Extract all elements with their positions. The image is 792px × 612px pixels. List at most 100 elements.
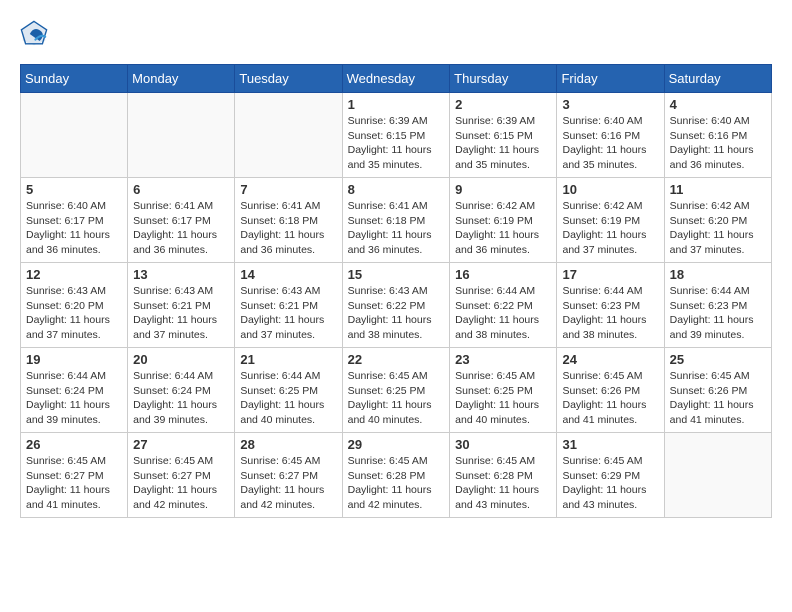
page-header: [20, 20, 772, 48]
calendar-cell: 1 Sunrise: 6:39 AM Sunset: 6:15 PM Daylig…: [342, 93, 450, 178]
day-info: Sunrise: 6:45 AM Sunset: 6:27 PM Dayligh…: [240, 454, 336, 513]
day-info: Sunrise: 6:44 AM Sunset: 6:23 PM Dayligh…: [562, 284, 658, 343]
calendar-cell: 29Sunrise: 6:45 AM Sunset: 6:28 PM Dayli…: [342, 433, 450, 518]
day-number: 22: [348, 352, 445, 367]
day-number: 6: [133, 182, 229, 197]
calendar-cell: 8 Sunrise: 6:41 AM Sunset: 6:18 PM Daylig…: [342, 178, 450, 263]
day-number: 19: [26, 352, 122, 367]
week-row-2: 5Sunrise: 6:40 AM Sunset: 6:17 PM Daylig…: [21, 178, 772, 263]
calendar-cell: [235, 93, 342, 178]
day-info: Sunrise: 6:43 AM Sunset: 6:21 PM Dayligh…: [240, 284, 336, 343]
logo: [20, 20, 52, 48]
day-info: Sunrise: 6:39 AM Sunset: 6:15 PM Dayligh…: [455, 114, 551, 173]
calendar-cell: 7 Sunrise: 6:41 AM Sunset: 6:18 PM Daylig…: [235, 178, 342, 263]
calendar-cell: 12Sunrise: 6:43 AM Sunset: 6:20 PM Dayli…: [21, 263, 128, 348]
day-info: Sunrise: 6:41 AM Sunset: 6:18 PM Dayligh…: [348, 199, 445, 258]
calendar-cell: 25 Sunrise: 6:45 AM Sunset: 6:26 PM Dayli…: [664, 348, 771, 433]
calendar-cell: 26 Sunrise: 6:45 AM Sunset: 6:27 PM Dayli…: [21, 433, 128, 518]
calendar-cell: 24 Sunrise: 6:45 AM Sunset: 6:26 PM Dayli…: [557, 348, 664, 433]
calendar-cell: 14 Sunrise: 6:43 AM Sunset: 6:21 PM Dayli…: [235, 263, 342, 348]
day-number: 20: [133, 352, 229, 367]
day-info: Sunrise: 6:45 AM Sunset: 6:25 PM Dayligh…: [455, 369, 551, 428]
day-number: 11: [670, 182, 766, 197]
day-number: 21: [240, 352, 336, 367]
day-info: Sunrise: 6:39 AM Sunset: 6:15 PM Dayligh…: [348, 114, 445, 173]
calendar-cell: [128, 93, 235, 178]
day-info: Sunrise: 6:45 AM Sunset: 6:28 PM Dayligh…: [455, 454, 551, 513]
calendar-cell: 6 Sunrise: 6:41 AM Sunset: 6:17 PM Daylig…: [128, 178, 235, 263]
calendar-cell: 22Sunrise: 6:45 AM Sunset: 6:25 PM Dayli…: [342, 348, 450, 433]
day-number: 23: [455, 352, 551, 367]
day-number: 28: [240, 437, 336, 452]
day-info: Sunrise: 6:44 AM Sunset: 6:24 PM Dayligh…: [26, 369, 122, 428]
calendar-cell: 21 Sunrise: 6:44 AM Sunset: 6:25 PM Dayli…: [235, 348, 342, 433]
logo-icon: [20, 20, 48, 48]
day-number: 9: [455, 182, 551, 197]
calendar-header-row: SundayMondayTuesdayWednesdayThursdayFrid…: [21, 65, 772, 93]
calendar-cell: 15 Sunrise: 6:43 AM Sunset: 6:22 PM Dayli…: [342, 263, 450, 348]
day-info: Sunrise: 6:43 AM Sunset: 6:22 PM Dayligh…: [348, 284, 445, 343]
day-info: Sunrise: 6:41 AM Sunset: 6:18 PM Dayligh…: [240, 199, 336, 258]
day-info: Sunrise: 6:45 AM Sunset: 6:27 PM Dayligh…: [26, 454, 122, 513]
day-number: 1: [348, 97, 445, 112]
day-info: Sunrise: 6:45 AM Sunset: 6:29 PM Dayligh…: [562, 454, 658, 513]
day-header-wednesday: Wednesday: [342, 65, 450, 93]
week-row-1: 1 Sunrise: 6:39 AM Sunset: 6:15 PM Daylig…: [21, 93, 772, 178]
day-info: Sunrise: 6:42 AM Sunset: 6:19 PM Dayligh…: [455, 199, 551, 258]
day-number: 7: [240, 182, 336, 197]
day-header-thursday: Thursday: [450, 65, 557, 93]
day-info: Sunrise: 6:42 AM Sunset: 6:19 PM Dayligh…: [562, 199, 658, 258]
day-number: 18: [670, 267, 766, 282]
day-info: Sunrise: 6:40 AM Sunset: 6:16 PM Dayligh…: [670, 114, 766, 173]
week-row-3: 12Sunrise: 6:43 AM Sunset: 6:20 PM Dayli…: [21, 263, 772, 348]
day-number: 14: [240, 267, 336, 282]
calendar-cell: 17 Sunrise: 6:44 AM Sunset: 6:23 PM Dayli…: [557, 263, 664, 348]
day-number: 29: [348, 437, 445, 452]
day-info: Sunrise: 6:41 AM Sunset: 6:17 PM Dayligh…: [133, 199, 229, 258]
calendar-cell: 10 Sunrise: 6:42 AM Sunset: 6:19 PM Dayli…: [557, 178, 664, 263]
day-number: 24: [562, 352, 658, 367]
calendar-cell: 28 Sunrise: 6:45 AM Sunset: 6:27 PM Dayli…: [235, 433, 342, 518]
day-info: Sunrise: 6:44 AM Sunset: 6:25 PM Dayligh…: [240, 369, 336, 428]
day-info: Sunrise: 6:42 AM Sunset: 6:20 PM Dayligh…: [670, 199, 766, 258]
day-info: Sunrise: 6:45 AM Sunset: 6:26 PM Dayligh…: [670, 369, 766, 428]
day-number: 15: [348, 267, 445, 282]
calendar-cell: 18 Sunrise: 6:44 AM Sunset: 6:23 PM Dayli…: [664, 263, 771, 348]
day-info: Sunrise: 6:43 AM Sunset: 6:21 PM Dayligh…: [133, 284, 229, 343]
week-row-4: 19 Sunrise: 6:44 AM Sunset: 6:24 PM Dayli…: [21, 348, 772, 433]
day-info: Sunrise: 6:44 AM Sunset: 6:24 PM Dayligh…: [133, 369, 229, 428]
day-number: 27: [133, 437, 229, 452]
day-info: Sunrise: 6:40 AM Sunset: 6:16 PM Dayligh…: [562, 114, 658, 173]
day-number: 10: [562, 182, 658, 197]
day-number: 30: [455, 437, 551, 452]
day-number: 17: [562, 267, 658, 282]
day-number: 12: [26, 267, 122, 282]
calendar-cell: [664, 433, 771, 518]
calendar-cell: 27 Sunrise: 6:45 AM Sunset: 6:27 PM Dayli…: [128, 433, 235, 518]
calendar-cell: 9 Sunrise: 6:42 AM Sunset: 6:19 PM Daylig…: [450, 178, 557, 263]
day-number: 2: [455, 97, 551, 112]
day-info: Sunrise: 6:45 AM Sunset: 6:27 PM Dayligh…: [133, 454, 229, 513]
day-number: 26: [26, 437, 122, 452]
calendar-cell: 4 Sunrise: 6:40 AM Sunset: 6:16 PM Daylig…: [664, 93, 771, 178]
day-number: 25: [670, 352, 766, 367]
day-number: 4: [670, 97, 766, 112]
calendar-cell: 11 Sunrise: 6:42 AM Sunset: 6:20 PM Dayli…: [664, 178, 771, 263]
calendar-cell: 5Sunrise: 6:40 AM Sunset: 6:17 PM Daylig…: [21, 178, 128, 263]
day-header-saturday: Saturday: [664, 65, 771, 93]
day-header-friday: Friday: [557, 65, 664, 93]
day-info: Sunrise: 6:44 AM Sunset: 6:23 PM Dayligh…: [670, 284, 766, 343]
day-header-sunday: Sunday: [21, 65, 128, 93]
day-number: 13: [133, 267, 229, 282]
day-number: 16: [455, 267, 551, 282]
day-number: 5: [26, 182, 122, 197]
day-number: 8: [348, 182, 445, 197]
day-info: Sunrise: 6:44 AM Sunset: 6:22 PM Dayligh…: [455, 284, 551, 343]
day-number: 3: [562, 97, 658, 112]
calendar-cell: 30 Sunrise: 6:45 AM Sunset: 6:28 PM Dayli…: [450, 433, 557, 518]
day-header-monday: Monday: [128, 65, 235, 93]
calendar-cell: 16 Sunrise: 6:44 AM Sunset: 6:22 PM Dayli…: [450, 263, 557, 348]
calendar-cell: 31Sunrise: 6:45 AM Sunset: 6:29 PM Dayli…: [557, 433, 664, 518]
day-info: Sunrise: 6:45 AM Sunset: 6:26 PM Dayligh…: [562, 369, 658, 428]
calendar-cell: 20 Sunrise: 6:44 AM Sunset: 6:24 PM Dayli…: [128, 348, 235, 433]
